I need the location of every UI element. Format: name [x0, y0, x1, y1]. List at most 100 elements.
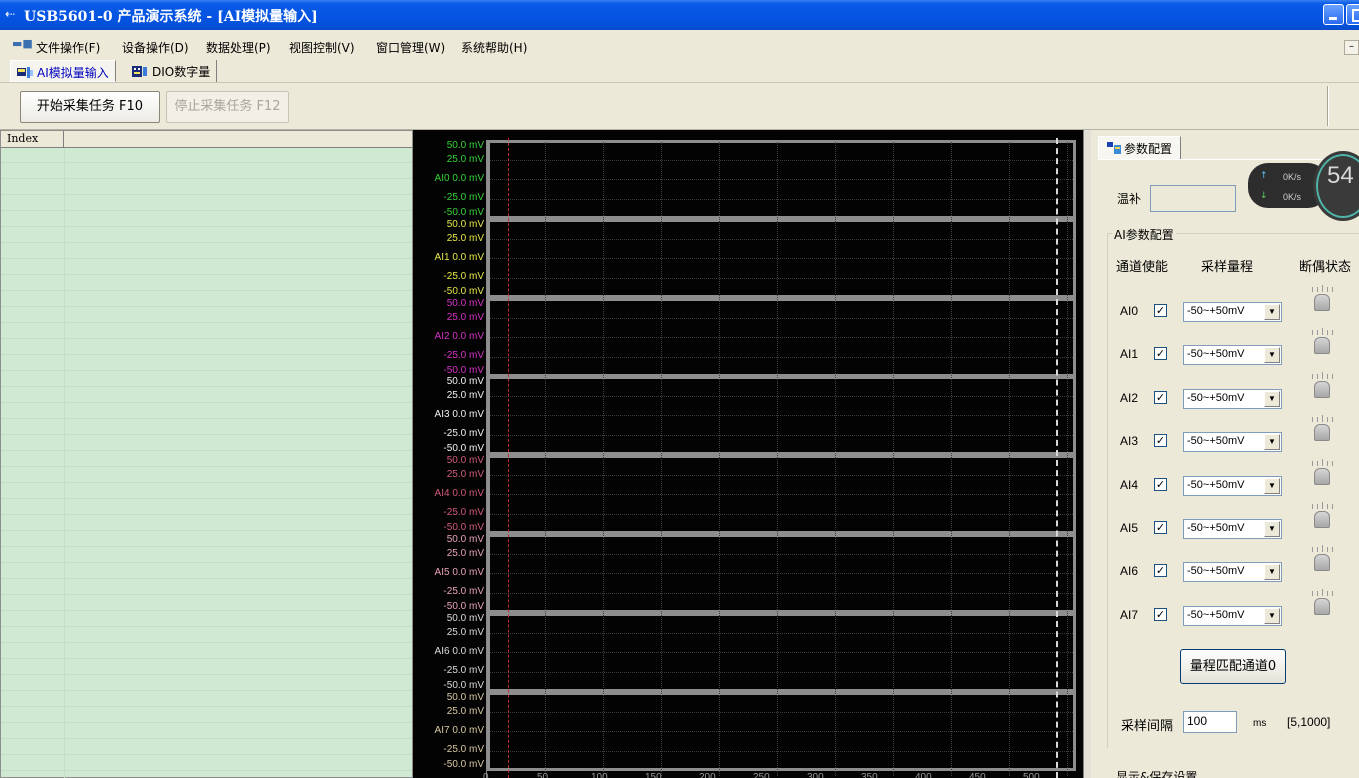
menu-data[interactable]: 数据处理(P) — [206, 39, 271, 56]
ai-tab-icon — [17, 66, 33, 79]
channel-label-ai7: AI7 — [1120, 608, 1139, 622]
tab-dio[interactable]: DIO数字量 — [126, 60, 218, 82]
menu-window[interactable]: 窗口管理(W) — [376, 39, 445, 56]
dropdown-arrow-icon[interactable]: ▼ — [1264, 434, 1280, 450]
menu-device[interactable]: 设备操作(D) — [122, 39, 189, 56]
display-save-group-title: 显示&保存设置 — [1116, 770, 1198, 778]
v-gridline — [777, 142, 778, 776]
y-tick-ai7-top: 50.0 mV — [446, 692, 484, 703]
range-select-ai1[interactable]: -50~+50mV ▼ — [1183, 345, 1282, 365]
y-tick-ai7-bottom: -50.0 mV — [443, 759, 484, 770]
x-tick-label: 150 — [645, 772, 662, 778]
app-icon: ⇠ — [5, 7, 16, 21]
list-header-index[interactable]: Index — [1, 131, 64, 148]
tab-ai-input[interactable]: AI模拟量输入 — [10, 60, 116, 82]
range-select-value: -50~+50mV — [1187, 479, 1245, 491]
upload-arrow-icon: ↑ — [1260, 171, 1268, 181]
enable-checkbox-ai1[interactable]: ✓ — [1154, 347, 1167, 360]
h-gridline — [490, 633, 1073, 634]
range-match-button[interactable]: 量程匹配通道0 — [1180, 649, 1286, 684]
dropdown-arrow-icon[interactable]: ▼ — [1264, 304, 1280, 320]
dropdown-arrow-icon[interactable]: ▼ — [1264, 347, 1280, 363]
range-select-value: -50~+50mV — [1187, 348, 1245, 360]
y-tick-ai1-upper: 25.0 mV — [446, 233, 484, 244]
x-tick-label: 250 — [753, 772, 770, 778]
mdi-child-icon[interactable]: ▬■ — [12, 37, 33, 50]
y-tick-ai2-bottom: -50.0 mV — [443, 365, 484, 376]
y-tick-ai0-lower: -25.0 mV — [443, 192, 484, 203]
list-column-divider — [64, 148, 65, 778]
enable-checkbox-ai2[interactable]: ✓ — [1154, 391, 1167, 404]
tab-param-config[interactable]: 参数配置 — [1098, 136, 1182, 160]
x-tick-label: 400 — [915, 772, 932, 778]
x-tick-label: 200 — [699, 772, 716, 778]
enable-checkbox-ai6[interactable]: ✓ — [1154, 564, 1167, 577]
tab-underline — [1098, 159, 1359, 160]
data-list[interactable] — [0, 130, 413, 778]
menu-bar — [0, 30, 1359, 58]
h-gridline — [490, 494, 1073, 495]
y-tick-ai7-upper: 25.0 mV — [446, 706, 484, 717]
y-tick-ai4-lower: -25.0 mV — [443, 507, 484, 518]
temp-comp-label: 温补 — [1117, 192, 1142, 206]
y-tick-ai7-mid: AI7 0.0 mV — [434, 725, 484, 736]
stop-acquisition-button[interactable]: 停止采集任务 F12 — [166, 91, 289, 123]
dropdown-arrow-icon[interactable]: ▼ — [1264, 521, 1280, 537]
range-select-value: -50~+50mV — [1187, 522, 1245, 534]
channel-label-ai0: AI0 — [1120, 304, 1139, 318]
h-gridline — [490, 554, 1073, 555]
x-tick-label: 300 — [807, 772, 824, 778]
restore-button[interactable] — [1346, 4, 1359, 25]
temp-comp-field[interactable] — [1150, 185, 1236, 212]
range-select-value: -50~+50mV — [1187, 392, 1245, 404]
break-alarm-icon — [1309, 285, 1335, 313]
h-gridline — [490, 475, 1073, 476]
y-tick-ai1-lower: -25.0 mV — [443, 271, 484, 282]
range-select-ai7[interactable]: -50~+50mV ▼ — [1183, 606, 1282, 626]
y-tick-ai5-top: 50.0 mV — [446, 534, 484, 545]
y-tick-ai2-mid: AI2 0.0 mV — [434, 331, 484, 342]
upload-speed: 0K/s — [1283, 172, 1302, 182]
enable-checkbox-ai5[interactable]: ✓ — [1154, 521, 1167, 534]
h-gridline — [490, 751, 1073, 752]
menu-help[interactable]: 系统帮助(H) — [461, 39, 527, 56]
h-gridline — [490, 652, 1073, 653]
dropdown-arrow-icon[interactable]: ▼ — [1264, 564, 1280, 580]
interval-input[interactable]: 100 — [1183, 711, 1237, 733]
mdi-minimize-button[interactable]: – — [1344, 40, 1359, 55]
ai-group-title: AI参数配置 — [1112, 226, 1176, 243]
h-gridline — [490, 199, 1073, 200]
dropdown-arrow-icon[interactable]: ▼ — [1264, 391, 1280, 407]
menu-view[interactable]: 视图控制(V) — [289, 39, 355, 56]
h-gridline — [490, 435, 1073, 436]
start-acquisition-button[interactable]: 开始采集任务 F10 — [20, 91, 160, 123]
col-enable-header: 通道使能 — [1116, 260, 1169, 275]
download-speed: 0K/s — [1283, 192, 1302, 202]
dropdown-arrow-icon[interactable]: ▼ — [1264, 478, 1280, 494]
menu-file[interactable]: 文件操作(F) — [36, 39, 100, 56]
right-cursor-line[interactable] — [1056, 138, 1058, 778]
enable-checkbox-ai4[interactable]: ✓ — [1154, 478, 1167, 491]
x-tick-label: 0 — [483, 772, 489, 778]
y-tick-ai5-upper: 25.0 mV — [446, 548, 484, 559]
range-select-ai4[interactable]: -50~+50mV ▼ — [1183, 476, 1282, 496]
range-select-ai6[interactable]: -50~+50mV ▼ — [1183, 562, 1282, 582]
enable-checkbox-ai7[interactable]: ✓ — [1154, 608, 1167, 621]
v-gridline — [893, 142, 894, 776]
enable-checkbox-ai0[interactable]: ✓ — [1154, 304, 1167, 317]
range-select-ai0[interactable]: -50~+50mV ▼ — [1183, 302, 1282, 322]
enable-checkbox-ai3[interactable]: ✓ — [1154, 434, 1167, 447]
range-select-ai5[interactable]: -50~+50mV ▼ — [1183, 519, 1282, 539]
dropdown-arrow-icon[interactable]: ▼ — [1264, 608, 1280, 624]
h-gridline — [490, 593, 1073, 594]
y-tick-ai6-lower: -25.0 mV — [443, 665, 484, 676]
range-select-ai2[interactable]: -50~+50mV ▼ — [1183, 389, 1282, 409]
left-cursor-line[interactable] — [508, 138, 509, 778]
channel-label-ai5: AI5 — [1120, 521, 1139, 535]
range-select-ai3[interactable]: -50~+50mV ▼ — [1183, 432, 1282, 452]
range-select-value: -50~+50mV — [1187, 565, 1245, 577]
break-alarm-icon — [1309, 415, 1335, 443]
toolbar-separator — [1327, 86, 1329, 126]
y-tick-ai0-bottom: -50.0 mV — [443, 207, 484, 218]
minimize-button[interactable] — [1323, 4, 1344, 25]
